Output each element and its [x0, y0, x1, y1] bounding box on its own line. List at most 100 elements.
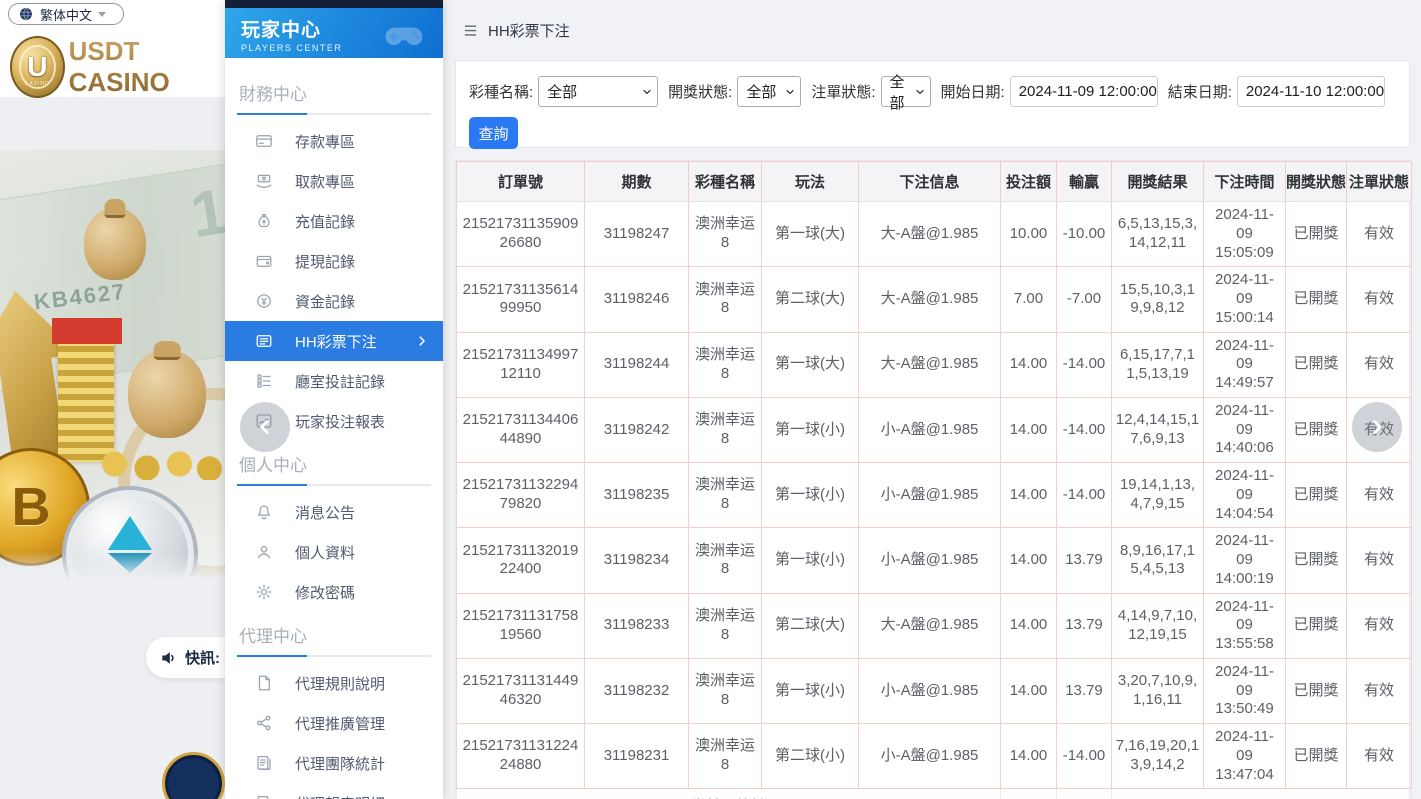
cell-win-loss: -14.00 — [1056, 461, 1112, 529]
current-page-summary-row: 當前頁統計115.00-31.63 — [456, 788, 1412, 799]
sidebar-item-label: 廳室投註記錄 — [295, 373, 386, 391]
sidebar-item-withdrawal-records[interactable]: 提現記錄 — [225, 241, 443, 281]
search-button[interactable]: 查詢 — [469, 117, 518, 149]
cell-draw-result: 8,9,16,17,15,4,5,13 — [1111, 527, 1204, 594]
gold-coins-graphic — [95, 440, 225, 480]
cell-bet-time: 2024-11-09 15:00:14 — [1203, 266, 1286, 333]
cell-lottery-name: 澳洲幸运8 — [688, 331, 762, 398]
column-header-draw-status: 開獎狀態 — [1285, 161, 1347, 202]
table-row: 2152173113499712110 31198244 澳洲幸运8 第一球(大) 大-… — [456, 331, 1412, 398]
cell-draw-status: 已開獎 — [1285, 331, 1347, 398]
draw-status-select[interactable]: 全部 — [737, 76, 802, 107]
cell-bet-info: 大-A盤@1.985 — [858, 592, 1001, 659]
cell-bet-amount: 10.00 — [1000, 200, 1057, 268]
speaker-icon — [159, 648, 179, 668]
sidebar-item-label: 代理推廣管理 — [295, 715, 386, 733]
cell-draw-result: 6,15,17,7,11,5,13,19 — [1111, 331, 1204, 398]
cell-order-status: 有效 — [1346, 200, 1412, 268]
sidebar-item-agent-team-stats[interactable]: 代理團隊統計 — [225, 743, 443, 783]
sidebar-item-withdraw-area[interactable]: 取款專區 — [225, 161, 443, 201]
sidebar-item-agent-rules[interactable]: 代理規則說明 — [225, 663, 443, 703]
table-row: 2152173113561499950 31198246 澳洲幸运8 第二球(大) 大-… — [456, 266, 1412, 333]
cell-order-id: 2152173113122424880 — [456, 722, 585, 790]
column-header-play-type: 玩法 — [761, 161, 859, 202]
cell-bet-info: 小-A盤@1.985 — [858, 657, 1001, 725]
cell-order-id: 2152173113440644890 — [456, 396, 585, 464]
money-bag-icon — [255, 212, 273, 230]
lottery-name-select[interactable]: 全部 — [538, 76, 659, 107]
cell-bet-amount: 14.00 — [1000, 331, 1057, 398]
gamepad-icon — [373, 12, 435, 56]
cell-order-status: 有效 — [1346, 331, 1412, 398]
cell-period: 31198247 — [584, 200, 689, 268]
cell-bet-info: 大-A盤@1.985 — [858, 200, 1001, 268]
cell-period: 31198232 — [584, 657, 689, 725]
cell-period: 31198242 — [584, 396, 689, 464]
sidebar-item-room-bet-records[interactable]: 廳室投註記錄 — [225, 361, 443, 401]
sidebar: 玩家中心 PLAYERS CENTER 財務中心 存款專區 取款專區 充值記錄 提現記錄… — [225, 0, 443, 799]
bets-table: 訂單號 期數 彩種名稱 玩法 下注信息 投注額 輸贏 開獎結果 下注時間 開獎狀態 注單狀態 215… — [456, 161, 1412, 799]
cell-order-id: 2152173113561499950 — [456, 266, 585, 333]
floating-badge-button[interactable] — [162, 752, 225, 799]
cell-bet-amount: 14.00 — [1000, 396, 1057, 464]
cell-lottery-name: 澳洲幸运8 — [688, 461, 762, 529]
cell-win-loss: 13.79 — [1056, 592, 1112, 659]
cell-draw-result: 15,5,10,3,19,9,8,12 — [1111, 266, 1204, 333]
summary-bet-total: 115.00 — [1000, 788, 1057, 799]
carousel-next-button[interactable] — [1352, 402, 1402, 452]
cell-draw-result: 7,16,19,20,13,9,14,2 — [1111, 722, 1204, 790]
cell-play-type: 第一球(小) — [761, 461, 859, 529]
cell-bet-amount: 14.00 — [1000, 722, 1057, 790]
cell-lottery-name: 澳洲幸运8 — [688, 722, 762, 790]
sidebar-item-label: 取款專區 — [295, 173, 356, 191]
sidebar-item-agent-promotion[interactable]: 代理推廣管理 — [225, 703, 443, 743]
table-row: 2152173113175819560 31198233 澳洲幸运8 第二球(大) 大-… — [456, 592, 1412, 659]
hamburger-menu-icon[interactable] — [462, 23, 479, 38]
cell-order-status: 有效 — [1346, 461, 1412, 529]
cell-draw-status: 已開獎 — [1285, 722, 1347, 790]
cell-order-id: 2152173113175819560 — [456, 592, 585, 659]
cell-bet-time: 2024-11-09 14:40:06 — [1203, 396, 1286, 464]
sidebar-item-funds-records[interactable]: 資金記錄 — [225, 281, 443, 321]
table-row: 2152173113144946320 31198232 澳洲幸运8 第一球(小) 小-… — [456, 657, 1412, 725]
sidebar-item-messages[interactable]: 消息公告 — [225, 492, 443, 532]
cell-win-loss: 13.79 — [1056, 527, 1112, 594]
sidebar-item-label: 修改密碼 — [295, 584, 356, 602]
cell-draw-status: 已開獎 — [1285, 592, 1347, 659]
sidebar-item-recharge-records[interactable]: 充值記錄 — [225, 201, 443, 241]
cell-draw-status: 已開獎 — [1285, 657, 1347, 725]
sidebar-item-hh-lottery-bets[interactable]: HH彩票下注 — [225, 321, 443, 361]
cell-lottery-name: 澳洲幸运8 — [688, 657, 762, 725]
cell-bet-time: 2024-11-09 14:00:19 — [1203, 527, 1286, 594]
order-status-select[interactable]: 全部 — [880, 74, 931, 112]
cell-bet-info: 小-A盤@1.985 — [858, 396, 1001, 464]
sidebar-item-agent-report-details[interactable]: 代理報表明細 — [225, 783, 443, 799]
sidebar-item-profile[interactable]: 個人資料 — [225, 532, 443, 572]
cell-bet-time: 2024-11-09 14:04:54 — [1203, 461, 1286, 529]
news-ticker[interactable]: 快訊: — [146, 637, 225, 678]
sidebar-item-deposit-area[interactable]: 存款專區 — [225, 121, 443, 161]
cell-order-id: 2152173113229479820 — [456, 461, 585, 529]
cell-win-loss: -10.00 — [1056, 200, 1112, 268]
column-header-lottery-name: 彩種名稱 — [688, 161, 762, 202]
start-date-input[interactable]: 2024-11-09 12:00:00 — [1009, 76, 1158, 107]
money-bag-graphic — [128, 350, 206, 438]
sidebar-item-change-password[interactable]: 修改密碼 — [225, 572, 443, 612]
sidebar-item-label: 代理報表明細 — [295, 793, 385, 799]
table-row: 2152173113201922400 31198234 澳洲幸运8 第一球(小) 小-… — [456, 527, 1412, 594]
cell-order-status: 有效 — [1346, 266, 1412, 333]
end-date-label: 結束日期: — [1167, 84, 1232, 101]
brand-logo[interactable]: U CASINO USDT CASINO — [10, 36, 225, 98]
cell-order-status: 有效 — [1346, 527, 1412, 594]
cell-play-type: 第二球(小) — [761, 722, 859, 790]
cell-bet-time: 2024-11-09 13:55:58 — [1203, 592, 1286, 659]
content-topbar: HH彩票下注 — [443, 0, 1421, 41]
carousel-prev-button[interactable] — [240, 402, 290, 452]
cell-win-loss: -14.00 — [1056, 396, 1112, 464]
sidebar-item-label: 充值記錄 — [295, 213, 356, 231]
chevron-down-icon — [914, 86, 926, 98]
cell-draw-result: 3,20,7,10,9,1,16,11 — [1111, 657, 1204, 725]
chevron-down-icon — [641, 86, 653, 98]
end-date-input[interactable]: 2024-11-10 12:00:00 — [1236, 76, 1385, 107]
language-selector[interactable]: 繁体中文 — [8, 3, 124, 25]
